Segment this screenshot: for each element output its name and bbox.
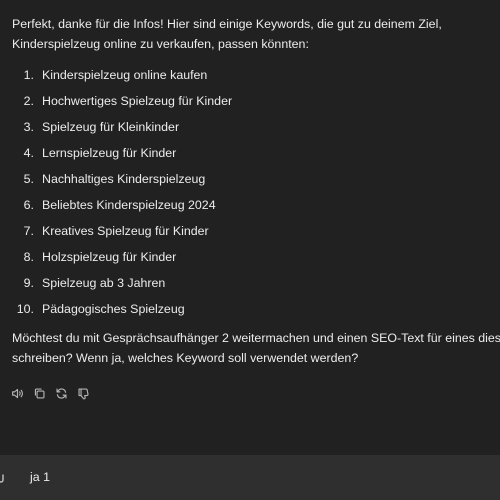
chat-area: Perfekt, danke für die Infos! Hier sind … bbox=[0, 0, 500, 455]
list-text: Kreatives Spielzeug für Kinder bbox=[42, 224, 209, 238]
list-number: 5. bbox=[23, 172, 34, 186]
list-text: Lernspielzeug für Kinder bbox=[42, 146, 177, 160]
list-item: 10. Pädagogisches Spielzeug bbox=[12, 296, 500, 322]
outro-line-1: Möchtest du mit Gesprächsaufhänger 2 wei… bbox=[12, 331, 500, 345]
copy-icon[interactable] bbox=[32, 386, 46, 400]
message-outro: Möchtest du mit Gesprächsaufhänger 2 wei… bbox=[12, 328, 500, 368]
list-item: 5. Nachhaltiges Kinderspielzeug bbox=[12, 166, 500, 192]
list-number: 4. bbox=[23, 146, 34, 160]
list-number: 10. bbox=[16, 302, 34, 316]
message-composer[interactable]: ja 1 bbox=[0, 455, 500, 500]
list-text: Spielzeug ab 3 Jahren bbox=[42, 276, 166, 290]
list-number: 7. bbox=[23, 224, 34, 238]
thumbs-down-icon[interactable] bbox=[76, 386, 90, 400]
list-number: 6. bbox=[23, 198, 34, 212]
list-text: Nachhaltiges Kinderspielzeug bbox=[42, 172, 206, 186]
paperclip-icon[interactable] bbox=[0, 471, 4, 483]
keyword-list: 1. Kinderspielzeug online kaufen 2. Hochwe… bbox=[12, 62, 500, 322]
list-item: 2. Hochwertiges Spielzeug für Kinder bbox=[12, 88, 500, 114]
list-text: Beliebtes Kinderspielzeug 2024 bbox=[42, 198, 216, 212]
read-aloud-icon[interactable] bbox=[10, 386, 24, 400]
list-item: 6. Beliebtes Kinderspielzeug 2024 bbox=[12, 192, 500, 218]
assistant-message: Perfekt, danke für die Infos! Hier sind … bbox=[12, 14, 500, 368]
list-item: 1. Kinderspielzeug online kaufen bbox=[12, 62, 500, 88]
list-text: Holzspielzeug für Kinder bbox=[42, 250, 177, 264]
list-item: 9. Spielzeug ab 3 Jahren bbox=[12, 270, 500, 296]
list-text: Hochwertiges Spielzeug für Kinder bbox=[42, 94, 233, 108]
regenerate-icon[interactable] bbox=[54, 386, 68, 400]
list-number: 8. bbox=[23, 250, 34, 264]
list-number: 9. bbox=[23, 276, 34, 290]
list-text: Pädagogisches Spielzeug bbox=[42, 302, 185, 316]
list-text: Kinderspielzeug online kaufen bbox=[42, 68, 208, 82]
message-actions bbox=[10, 386, 90, 400]
list-number: 2. bbox=[23, 94, 34, 108]
composer-input[interactable]: ja 1 bbox=[30, 468, 50, 486]
list-item: 4. Lernspielzeug für Kinder bbox=[12, 140, 500, 166]
message-intro: Perfekt, danke für die Infos! Hier sind … bbox=[12, 17, 442, 51]
list-item: 7. Kreatives Spielzeug für Kinder bbox=[12, 218, 500, 244]
outro-line-2: schreiben? Wenn ja, welches Keyword soll… bbox=[12, 351, 359, 365]
list-item: 8. Holzspielzeug für Kinder bbox=[12, 244, 500, 270]
list-text: Spielzeug für Kleinkinder bbox=[42, 120, 180, 134]
list-number: 3. bbox=[23, 120, 34, 134]
list-number: 1. bbox=[23, 68, 34, 82]
list-item: 3. Spielzeug für Kleinkinder bbox=[12, 114, 500, 140]
